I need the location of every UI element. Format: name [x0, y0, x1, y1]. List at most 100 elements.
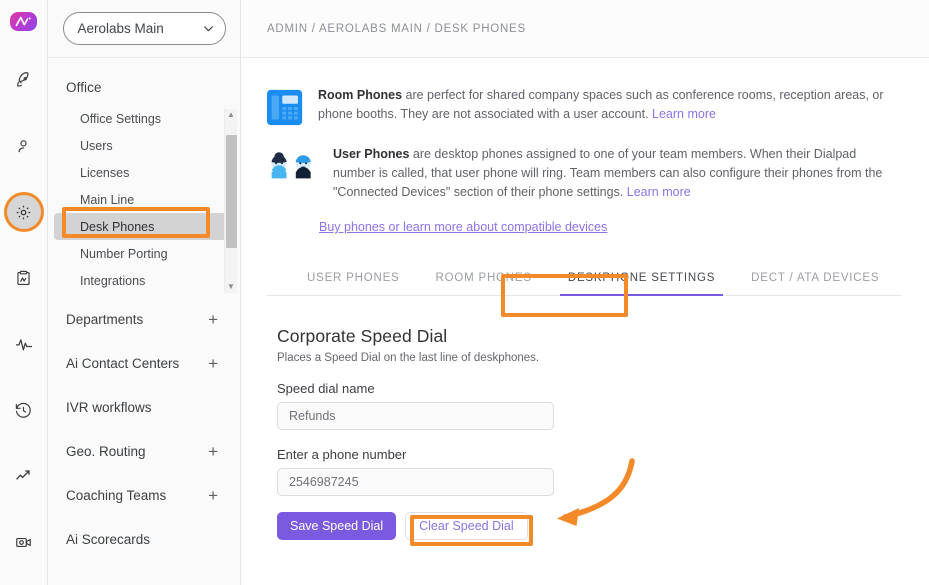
clear-speed-dial-button[interactable]: Clear Speed Dial	[405, 512, 528, 540]
tab-room-phones[interactable]: ROOM PHONES	[418, 264, 550, 295]
tab-label: DESKPHONE SETTINGS	[567, 272, 716, 284]
room-phones-text: Room Phones are perfect for shared compa…	[318, 86, 893, 127]
add-contact-center-icon[interactable]: +	[208, 355, 218, 372]
sidebar-group-departments[interactable]: Departments +	[48, 297, 240, 341]
rail-item-gear-icon[interactable]	[6, 195, 41, 229]
scrollbar-thumb[interactable]	[225, 135, 237, 248]
phone-tabs: USER PHONES ROOM PHONES DESKPHONE SETTIN…	[267, 264, 901, 296]
rail-item-activity-pulse-icon[interactable]	[7, 327, 41, 361]
office-select-value: Aerolabs Main	[77, 21, 164, 36]
tab-label: USER PHONES	[307, 272, 400, 284]
rail-item-person-icon[interactable]	[7, 129, 41, 163]
ai-wave-logo-glyph	[15, 16, 31, 27]
sidebar-item-label: Office Settings	[80, 111, 162, 126]
sidebar-item-office-settings[interactable]: Office Settings	[54, 105, 228, 132]
tab-label: ROOM PHONES	[435, 272, 532, 284]
sidebar-group-label: IVR workflows	[66, 399, 152, 415]
speed-dial-name-input[interactable]	[277, 402, 554, 430]
tab-user-phones[interactable]: USER PHONES	[289, 264, 418, 295]
user-phones-text: User Phones are desktop phones assigned …	[333, 145, 901, 202]
sidebar-group-ivr-workflows[interactable]: IVR workflows	[48, 385, 240, 429]
sidebar-group-coaching-teams[interactable]: Coaching Teams +	[48, 473, 240, 517]
page-subtitle: Places a Speed Dial on the last line of …	[277, 352, 540, 364]
rocket-icon	[17, 71, 29, 87]
scroll-down-arrow-icon[interactable]: ▼	[227, 281, 235, 293]
main-content: ADMIN / AEROLABS MAIN / DESK PHONES Room…	[241, 0, 929, 585]
content-body: Room Phones are perfect for shared compa…	[241, 58, 929, 585]
user-phones-info: User Phones are desktop phones assigned …	[267, 145, 901, 202]
user-phones-title: User Phones	[333, 147, 410, 161]
room-phones-learn-more-link[interactable]: Learn more	[652, 107, 716, 121]
phone-number-label: Enter a phone number	[277, 447, 407, 462]
sidebar-item-main-line[interactable]: Main Line	[54, 186, 228, 213]
add-coaching-team-icon[interactable]: +	[208, 487, 218, 504]
page-title: Corporate Speed Dial	[277, 326, 448, 346]
two-users-icon	[271, 152, 311, 179]
office-nav-list: Office Settings Users Licenses Main Line…	[48, 105, 240, 294]
office-select[interactable]: Aerolabs Main	[62, 12, 226, 45]
gear-icon	[16, 205, 31, 219]
app-window: Aerolabs Main Office Office Settings Use…	[0, 0, 929, 585]
tab-deskphone-settings[interactable]: DESKPHONE SETTINGS	[550, 264, 733, 296]
rail-item-clipboard-ai-icon[interactable]	[7, 261, 41, 295]
sidebar-item-label: Integrations	[80, 273, 146, 288]
speed-dial-button-row: Save Speed Dial Clear Speed Dial	[277, 512, 901, 540]
sidebar-group-label: Ai Scorecards	[66, 531, 151, 547]
breadcrumb: ADMIN / AEROLABS MAIN / DESK PHONES	[267, 22, 526, 35]
icon-rail	[0, 0, 48, 585]
clipboard-ai-icon	[17, 270, 30, 285]
sidebar-item-label: Desk Phones	[80, 219, 155, 234]
user-phones-body: are desktop phones assigned to one of yo…	[333, 147, 883, 199]
trending-up-icon	[15, 470, 30, 480]
sidebar-item-number-porting[interactable]: Number Porting	[54, 240, 228, 267]
add-department-icon[interactable]: +	[208, 311, 218, 328]
sidebar-group-geo-routing[interactable]: Geo. Routing +	[48, 429, 240, 473]
history-clock-icon	[15, 402, 31, 418]
rail-icon-list	[6, 63, 41, 585]
sidebar-item-label: Users	[80, 138, 113, 153]
sidebar-group-label: Coaching Teams	[66, 487, 167, 503]
corporate-speed-dial-form: Corporate Speed Dial Places a Speed Dial…	[267, 296, 901, 540]
sidebar-group-ai-contact-centers[interactable]: Ai Contact Centers +	[48, 341, 240, 385]
rail-item-trending-up-icon[interactable]	[7, 459, 41, 493]
sidebar-group-ai-scorecards[interactable]: Ai Scorecards	[48, 517, 240, 561]
office-selector-row: Aerolabs Main	[48, 0, 240, 58]
desk-phone-icon	[267, 89, 303, 126]
chevron-down-icon	[203, 26, 213, 32]
tab-dect-ata-devices[interactable]: DECT / ATA DEVICES	[733, 264, 897, 295]
sidebar-item-desk-phones[interactable]: Desk Phones	[54, 213, 228, 240]
sidebar-item-licenses[interactable]: Licenses	[54, 159, 228, 186]
tab-label: DECT / ATA DEVICES	[751, 272, 880, 284]
sidebar-item-label: Licenses	[80, 165, 130, 180]
sidebar-item-users[interactable]: Users	[54, 132, 228, 159]
scroll-up-arrow-icon[interactable]: ▲	[227, 109, 235, 121]
user-phones-learn-more-link[interactable]: Learn more	[627, 185, 691, 199]
sidebar-scrollbar[interactable]: ▲ ▼	[224, 109, 237, 293]
room-phones-title: Room Phones	[318, 88, 403, 102]
sidebar-item-label: Number Porting	[80, 246, 168, 261]
phone-number-input[interactable]	[277, 468, 554, 496]
scrollbar-track[interactable]	[225, 121, 238, 281]
rail-item-meetings-camera-icon[interactable]	[7, 525, 41, 559]
sidebar-item-integrations[interactable]: Integrations	[54, 267, 228, 294]
app-logo[interactable]	[10, 12, 37, 31]
sidebar-item-label: Main Line	[80, 192, 135, 207]
rail-item-rocket-icon[interactable]	[7, 63, 41, 97]
save-speed-dial-button[interactable]: Save Speed Dial	[277, 512, 397, 540]
sidebar-group-label: Ai Contact Centers	[66, 355, 180, 371]
add-geo-routing-icon[interactable]: +	[208, 443, 218, 460]
buy-phones-link[interactable]: Buy phones or learn more about compatibl…	[319, 220, 901, 234]
rail-item-history-clock-icon[interactable]	[7, 393, 41, 427]
nav-section-title-office: Office	[66, 80, 102, 95]
activity-pulse-icon	[15, 339, 32, 351]
sidebar-group-label: Departments	[66, 311, 144, 327]
nav-scroll-region: Office Settings Users Licenses Main Line…	[48, 105, 240, 297]
person-icon	[18, 139, 27, 152]
room-phones-info: Room Phones are perfect for shared compa…	[267, 86, 901, 127]
room-phones-body: are perfect for shared company spaces su…	[318, 88, 884, 121]
speed-dial-name-label: Speed dial name	[277, 381, 375, 396]
sidebar-nav: Aerolabs Main Office Office Settings Use…	[48, 0, 241, 585]
sidebar-group-label: Geo. Routing	[66, 443, 146, 459]
meetings-camera-icon	[16, 537, 31, 547]
breadcrumb-bar: ADMIN / AEROLABS MAIN / DESK PHONES	[241, 0, 929, 58]
